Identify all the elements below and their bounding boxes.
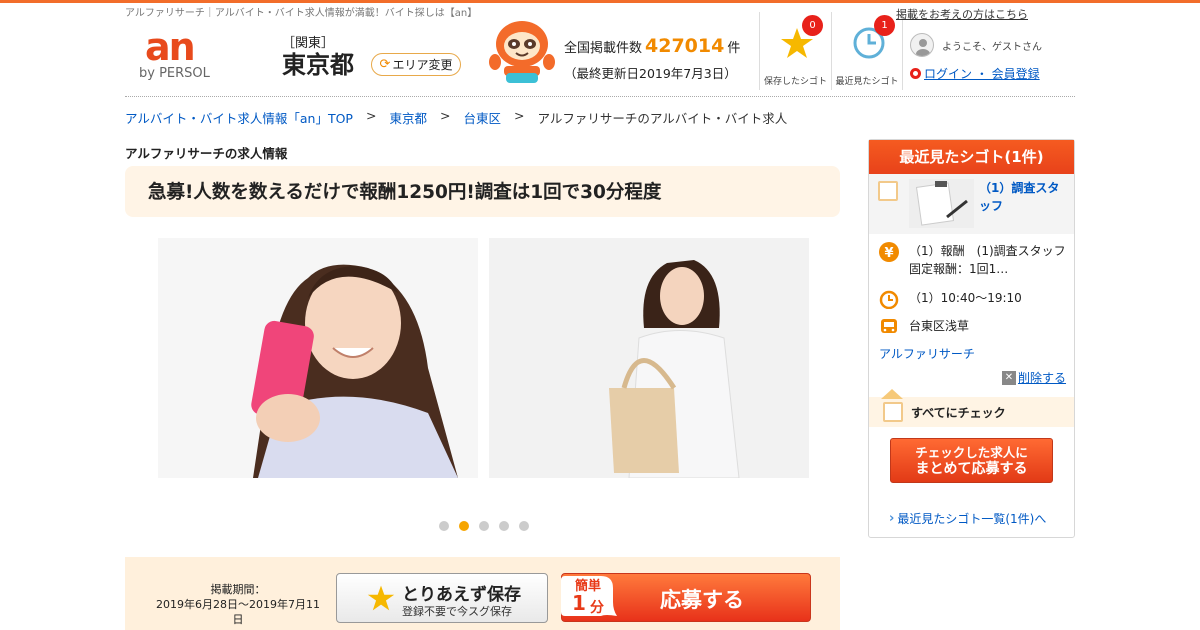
count-prefix: 全国掲載件数 (564, 41, 643, 56)
logo-persol-text: by PERSOL (139, 66, 211, 81)
recent-count-badge: 1 (874, 15, 895, 36)
avatar-icon (910, 33, 934, 57)
recent-list-label: 最近見たシゴト一覧(1件)へ (897, 512, 1047, 526)
job-checkbox[interactable] (878, 181, 898, 201)
arrow-up-icon (881, 389, 903, 399)
listing-period: 掲載期間： 2019年6月28日～2019年7月11日 (155, 582, 321, 627)
listing-count: 全国掲載件数 427014 件 （最終更新日2019年7月3日） (564, 35, 740, 82)
login-row: ログイン ・ 会員登録 (910, 65, 1076, 82)
train-icon (881, 319, 897, 333)
recent-jobs-button[interactable]: 1 最近見たシゴト (831, 12, 903, 90)
station-text: 台東区浅草 (909, 319, 970, 333)
area-region: ［関東］ (282, 36, 335, 51)
job-thumbnail[interactable] (909, 179, 974, 228)
clock-icon (879, 290, 899, 309)
breadcrumb-sep: > (365, 108, 377, 123)
check-all-label: すべてにチェック (911, 406, 1006, 420)
logo-an-text: an (145, 30, 194, 69)
job-photo-1 (158, 238, 478, 478)
guest-row: ようこそ、ゲストさん (910, 33, 1076, 57)
breadcrumb-sep: > (513, 108, 525, 123)
sidebar-company-link[interactable]: アルファリサーチ (879, 345, 975, 362)
bulk-apply-line1: チェックした求人に (915, 445, 1028, 460)
saved-jobs-label: 保存したシゴト (763, 77, 827, 87)
header-divider (125, 96, 1075, 97)
account-area: 掲載をお考えの方はこちら ようこそ、ゲストさん ログイン ・ 会員登録 (896, 6, 1076, 82)
mascot-sloth-icon (489, 21, 555, 83)
bulk-apply-line2: まとめて応募する (915, 461, 1028, 477)
station-row: 台東区浅草 (879, 317, 969, 337)
time-text: （1）10:40～19:10 (909, 291, 1022, 305)
pay-row: ¥ （1）報酬 (1)調査スタッフ固定報酬：1回1… (879, 242, 1069, 278)
save-button[interactable]: とりあえず保存 登録不要で今スグ保存 (336, 573, 548, 623)
slider-dot[interactable] (499, 521, 509, 531)
save-sub-label: 登録不要で今スグ保存 (402, 605, 512, 618)
site-tagline: アルファリサーチ｜アルバイト・バイト求人情報が満載！バイト探しは【an】 (125, 8, 478, 19)
bulk-apply-button[interactable]: チェックした求人に まとめて応募する (890, 438, 1053, 483)
slider-dot[interactable] (439, 521, 449, 531)
yen-icon: ¥ (879, 242, 899, 262)
saved-jobs-button[interactable]: 0 保存したシゴト (759, 12, 831, 90)
job-photo-2 (489, 238, 809, 478)
sidebar-title: 最近見たシゴト(1件) (869, 140, 1074, 174)
recent-jobs-sidebar: 最近見たシゴト(1件) （1）調査スタッフ ¥ （1）報酬 (1)調査スタッフ固… (868, 139, 1075, 538)
slider-dot[interactable] (479, 521, 489, 531)
last-update: （最終更新日2019年7月3日） (564, 66, 737, 81)
apply-label: 応募する (660, 588, 744, 612)
breadcrumb-tokyo[interactable]: 東京都 (389, 108, 427, 127)
time-row: （1）10:40～19:10 (879, 289, 1022, 309)
breadcrumb: アルバイト・バイト求人情報「an」TOP > 東京都 > 台東区 > アルファリ… (125, 108, 787, 127)
slider-dots (439, 521, 529, 531)
breadcrumb-sep: > (439, 108, 451, 123)
refresh-icon: ⟳ (379, 57, 391, 72)
check-all-checkbox[interactable] (883, 402, 903, 422)
job-title: 急募!人数を数えるだけで報酬1250円!調査は1回で30分程度 (125, 166, 840, 217)
svg-text:¥: ¥ (884, 246, 893, 261)
publish-link[interactable]: 掲載をお考えの方はこちら (896, 6, 1076, 22)
company-title: アルファリサーチの求人情報 (125, 146, 288, 161)
header-icon-group: 0 保存したシゴト 1 最近見たシゴト (759, 12, 903, 90)
area-prefecture: 東京都 (282, 51, 354, 79)
login-register-link[interactable]: ログイン ・ 会員登録 (924, 65, 1040, 82)
area-change-label: エリア変更 (392, 58, 453, 72)
saved-count-badge: 0 (802, 15, 823, 36)
check-all-row: すべてにチェック (869, 389, 1074, 427)
chevron-right-icon: › (889, 511, 895, 526)
top-accent-line (0, 0, 1200, 3)
save-main-label: とりあえず保存 (402, 585, 521, 605)
close-icon: ✕ (1002, 370, 1016, 385)
recent-list-link[interactable]: › 最近見たシゴト一覧(1件)へ (889, 510, 1046, 527)
login-dot-icon (910, 68, 921, 79)
count-suffix: 件 (727, 41, 741, 56)
area-change-button[interactable]: ⟳ エリア変更 (371, 53, 461, 76)
pay-text: （1）報酬 (1)調査スタッフ固定報酬：1回1… (909, 244, 1066, 276)
sidebar-job-link[interactable]: （1）調査スタッフ (979, 179, 1069, 215)
star-icon (367, 585, 395, 611)
period-value: 2019年6月28日～2019年7月11日 (156, 598, 320, 626)
breadcrumb-taito[interactable]: 台東区 (463, 108, 501, 127)
guest-text: ようこそ、ゲストさん (942, 41, 1042, 53)
delete-button[interactable]: ✕ 削除する (1002, 369, 1066, 386)
breadcrumb-current: アルファリサーチのアルバイト・バイト求人 (537, 111, 788, 126)
slider-dot[interactable] (459, 521, 469, 531)
breadcrumb-top[interactable]: アルバイト・バイト求人情報「an」TOP (125, 108, 353, 127)
an-logo[interactable]: an by PERSOL (137, 25, 255, 82)
slider-dot[interactable] (519, 521, 529, 531)
recent-jobs-label: 最近見たシゴト (835, 77, 899, 87)
delete-label: 削除する (1018, 371, 1067, 385)
quick-badge-number: 1 (572, 591, 586, 615)
area-display: ［関東］ 東京都 (282, 32, 354, 79)
period-label: 掲載期間： (210, 583, 266, 596)
quick-badge-unit: 分 (590, 600, 604, 616)
count-value: 427014 (645, 35, 725, 57)
